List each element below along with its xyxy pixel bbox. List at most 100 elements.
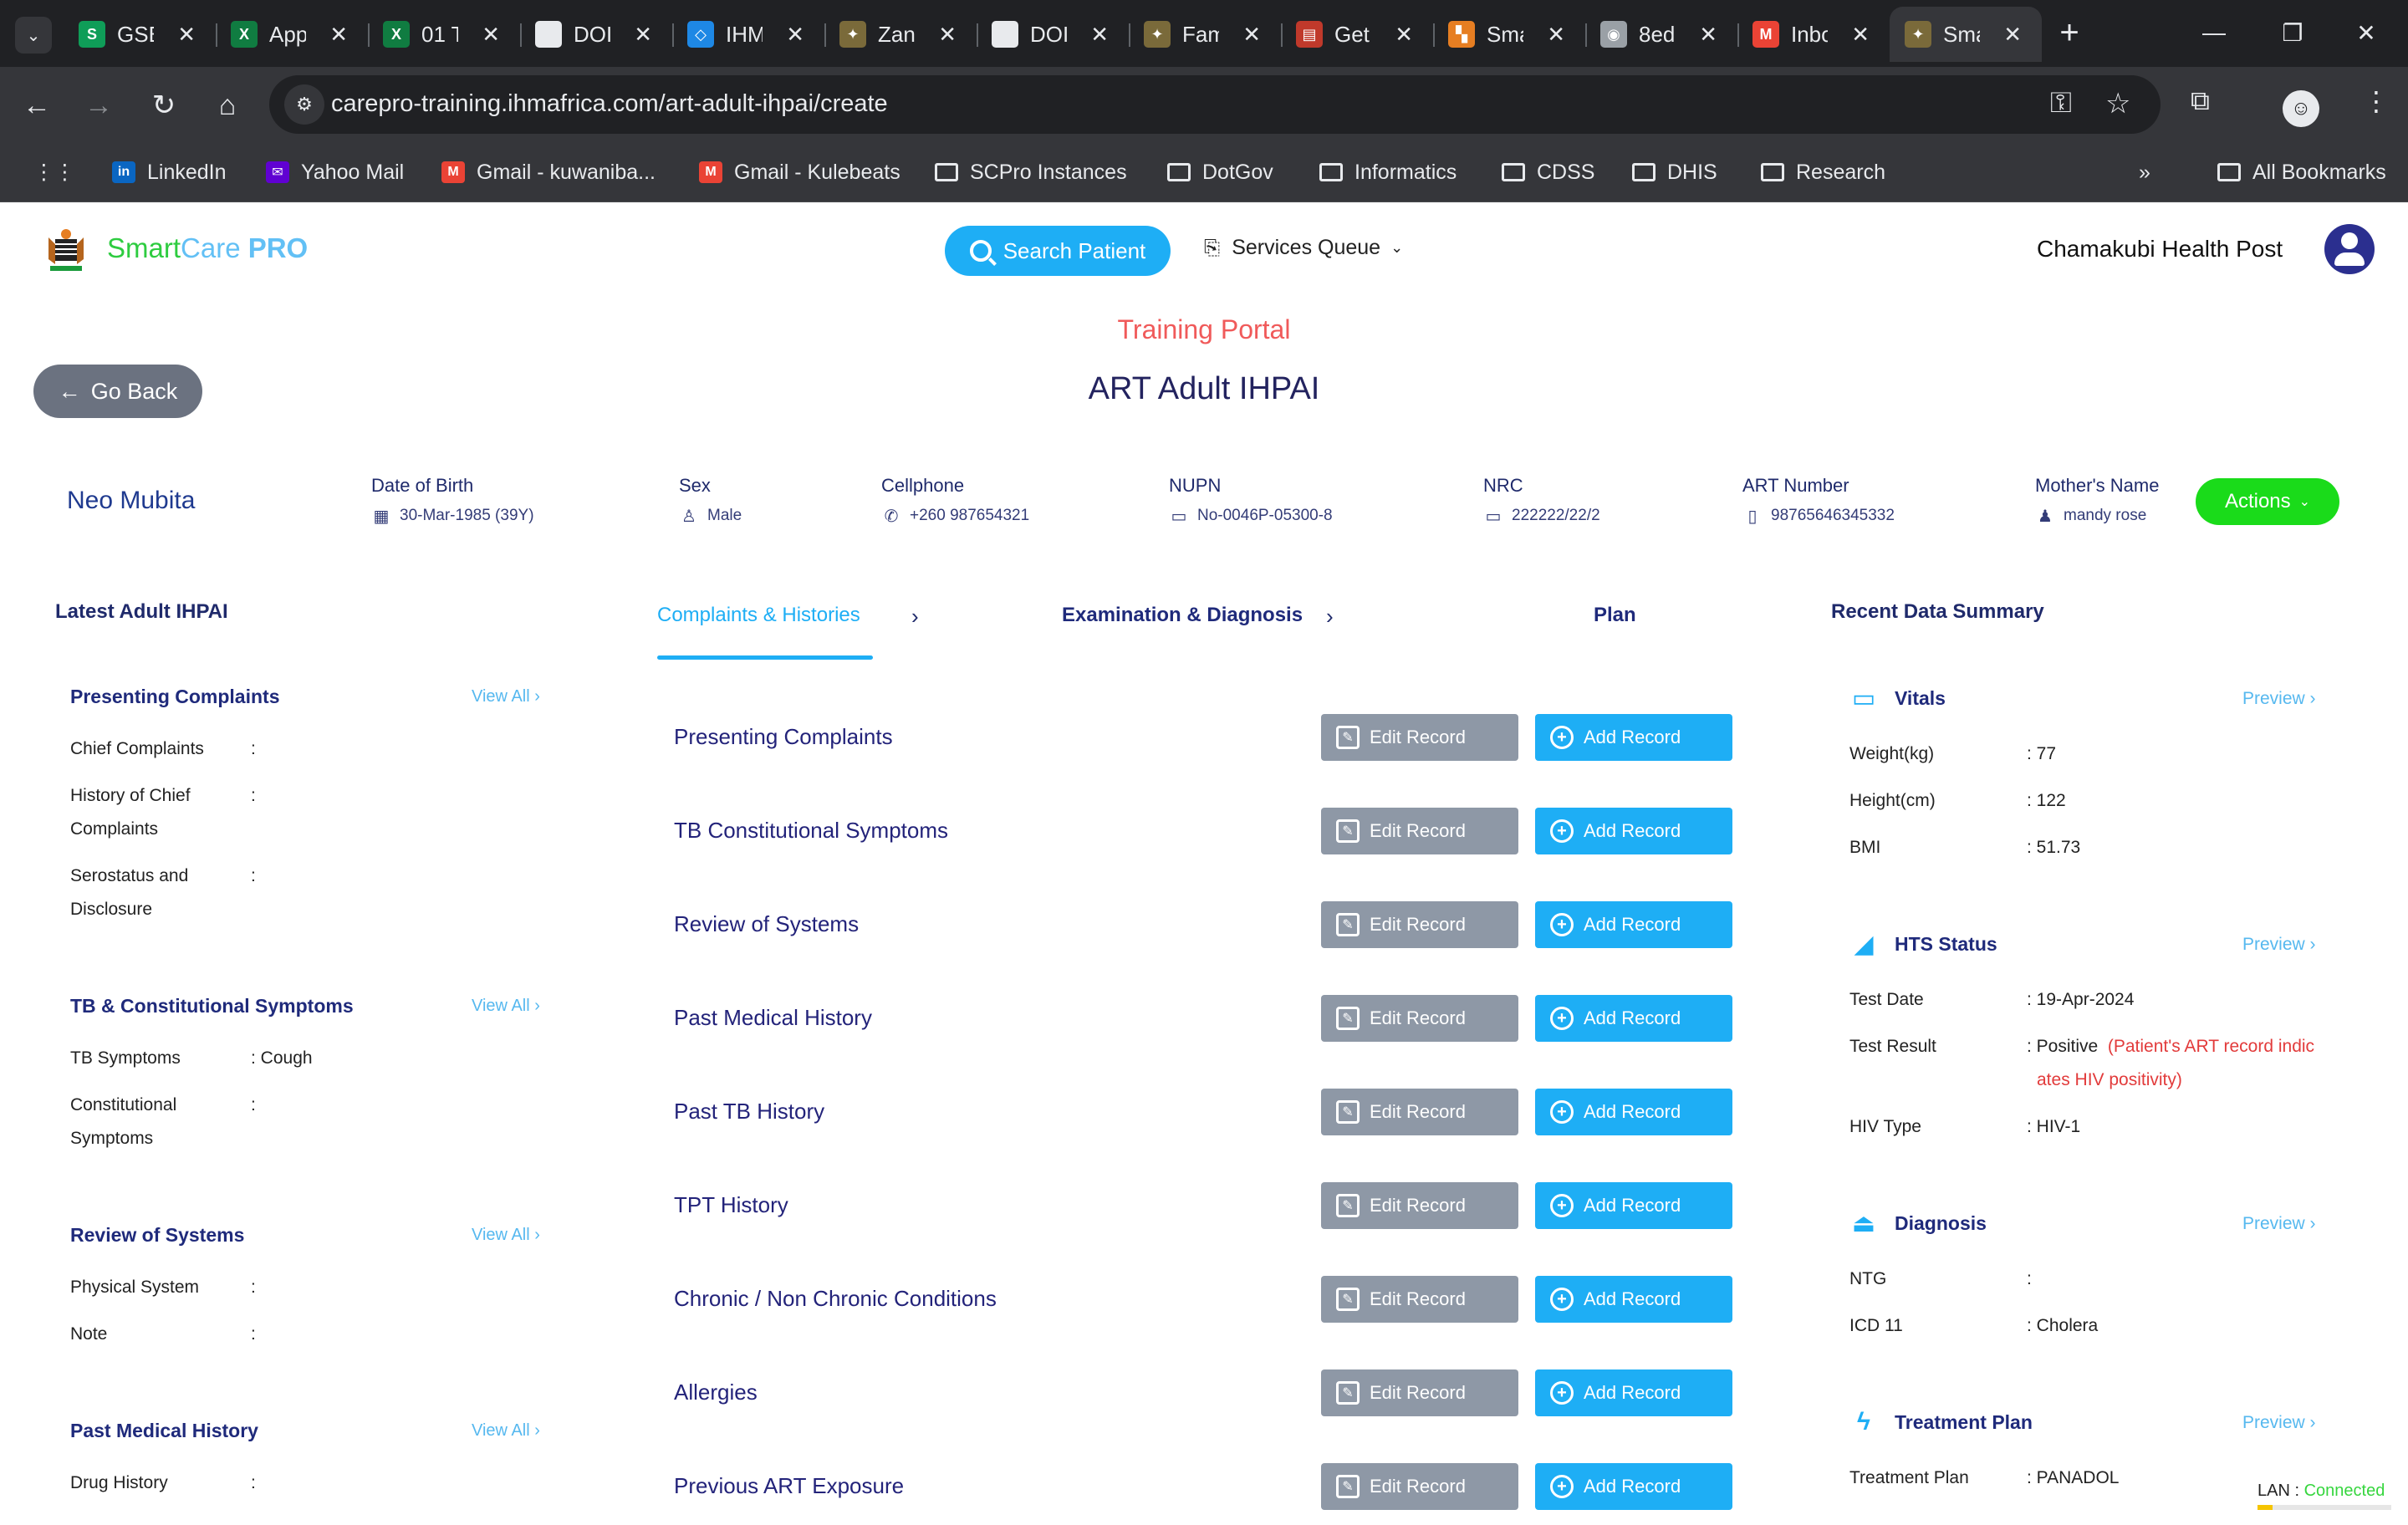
edit-record-button[interactable]: ✎ Edit Record xyxy=(1321,1276,1518,1323)
bookmark-item[interactable]: Research xyxy=(1761,154,1885,191)
browser-tab[interactable]: DOI ✕ xyxy=(977,7,1129,62)
tb-view-all-link[interactable]: View All › xyxy=(472,997,540,1016)
close-window-icon[interactable]: ✕ xyxy=(2341,12,2391,54)
add-record-button[interactable]: + Add Record xyxy=(1535,1089,1732,1135)
vitals-preview-link[interactable]: Preview › xyxy=(2242,689,2316,709)
cellphone-label: Cellphone xyxy=(881,475,965,496)
cellphone-field: Cellphone ✆ +260 987654321 xyxy=(881,475,1029,526)
url-text[interactable]: carepro-training.ihmafrica.com/art-adult… xyxy=(331,90,888,118)
browser-tab[interactable]: M Inbo ✕ xyxy=(1737,7,1890,62)
bookmark-item[interactable]: M Gmail - kuwaniba... xyxy=(441,154,656,191)
tab-search-icon[interactable]: ⌄ xyxy=(15,17,52,54)
browser-tab[interactable]: ◉ 8ed ✕ xyxy=(1585,7,1737,62)
add-record-button[interactable]: + Add Record xyxy=(1535,1182,1732,1229)
bookmark-star-icon[interactable]: ☆ xyxy=(2105,87,2130,120)
edit-record-button[interactable]: ✎ Edit Record xyxy=(1321,1463,1518,1510)
add-record-button[interactable]: + Add Record xyxy=(1535,808,1732,854)
tab-close-icon[interactable]: ✕ xyxy=(786,22,804,48)
key-icon[interactable]: ⚿ xyxy=(2050,87,2072,120)
address-bar[interactable]: ⚙ carepro-training.ihmafrica.com/art-adu… xyxy=(269,75,2161,134)
go-back-button[interactable]: ← Go Back xyxy=(33,365,202,418)
actions-button[interactable]: Actions ⌄ xyxy=(2196,478,2339,525)
review-of-systems-title: Review of Systems xyxy=(70,1224,245,1246)
edit-record-button[interactable]: ✎ Edit Record xyxy=(1321,714,1518,761)
tab-favicon-icon: ✦ xyxy=(839,21,866,48)
forward-icon[interactable]: → xyxy=(79,85,119,125)
pmh-view-all-link[interactable]: View All › xyxy=(472,1421,540,1441)
browser-tab[interactable]: X App ✕ xyxy=(216,7,368,62)
restore-icon[interactable]: ❐ xyxy=(2268,12,2318,54)
ros-view-all-link[interactable]: View All › xyxy=(472,1226,540,1245)
minimize-icon[interactable]: — xyxy=(2189,12,2239,54)
home-icon[interactable]: ⌂ xyxy=(207,85,247,125)
chevron-down-icon: ⌄ xyxy=(1390,239,1404,256)
browser-tab[interactable]: ✦ Fam ✕ xyxy=(1129,7,1281,62)
browser-tab[interactable]: ▚ Sma ✕ xyxy=(1433,7,1585,62)
tab-close-icon[interactable]: ✕ xyxy=(1699,22,1717,48)
search-patient-button[interactable]: Search Patient xyxy=(945,226,1171,276)
tab-close-icon[interactable]: ✕ xyxy=(177,22,196,48)
browser-tab[interactable]: DOI ✕ xyxy=(520,7,672,62)
tab-close-icon[interactable]: ✕ xyxy=(2003,22,2022,48)
edit-icon: ✎ xyxy=(1336,1475,1360,1498)
browser-tab[interactable]: X 01 T ✕ xyxy=(368,7,520,62)
edit-record-button[interactable]: ✎ Edit Record xyxy=(1321,1182,1518,1229)
bookmark-item[interactable]: in LinkedIn xyxy=(112,154,227,191)
tab-examination-diagnosis[interactable]: Examination & Diagnosis xyxy=(1062,604,1303,627)
bookmark-item[interactable]: M Gmail - Kulebeats xyxy=(699,154,900,191)
tab-close-icon[interactable]: ✕ xyxy=(634,22,652,48)
tab-close-icon[interactable]: ✕ xyxy=(482,22,500,48)
tab-close-icon[interactable]: ✕ xyxy=(1242,22,1261,48)
tab-close-icon[interactable]: ✕ xyxy=(938,22,957,48)
add-record-button[interactable]: + Add Record xyxy=(1535,995,1732,1042)
record-section-label: Previous ART Exposure xyxy=(674,1473,905,1498)
user-avatar-icon[interactable] xyxy=(2324,224,2375,274)
bookmark-item[interactable]: DHIS xyxy=(1632,154,1717,191)
browser-tab[interactable]: ✦ Sma ✕ xyxy=(1890,7,2042,62)
row-colon: : xyxy=(251,1278,256,1297)
edit-record-button[interactable]: ✎ Edit Record xyxy=(1321,995,1518,1042)
extensions-icon[interactable]: ⧉ xyxy=(2191,85,2210,117)
add-record-button[interactable]: + Add Record xyxy=(1535,1369,1732,1416)
tab-plan[interactable]: Plan xyxy=(1594,604,1636,627)
bookmark-item[interactable]: CDSS xyxy=(1502,154,1594,191)
add-record-button[interactable]: + Add Record xyxy=(1535,714,1732,761)
profile-avatar[interactable]: ☺ xyxy=(2283,90,2319,127)
more-bookmarks-icon[interactable]: » xyxy=(2139,154,2150,191)
hts-preview-link[interactable]: Preview › xyxy=(2242,935,2316,955)
tab-close-icon[interactable]: ✕ xyxy=(1395,22,1413,48)
edit-record-button[interactable]: ✎ Edit Record xyxy=(1321,808,1518,854)
bookmark-item[interactable]: Informatics xyxy=(1319,154,1457,191)
site-info-icon[interactable]: ⚙ xyxy=(284,84,324,125)
browser-tab[interactable]: ✦ Zan ✕ xyxy=(824,7,977,62)
tab-close-icon[interactable]: ✕ xyxy=(1547,22,1565,48)
add-record-button[interactable]: + Add Record xyxy=(1535,901,1732,948)
treatment-preview-link[interactable]: Preview › xyxy=(2242,1413,2316,1433)
bookmark-item[interactable]: SCPro Instances xyxy=(935,154,1127,191)
edit-record-button[interactable]: ✎ Edit Record xyxy=(1321,1089,1518,1135)
diagnosis-preview-link[interactable]: Preview › xyxy=(2242,1214,2316,1234)
bookmark-item[interactable]: DotGov xyxy=(1167,154,1273,191)
add-record-button[interactable]: + Add Record xyxy=(1535,1463,1732,1510)
new-tab-button[interactable]: + xyxy=(2048,12,2090,54)
apps-grid-icon[interactable]: ⋮⋮ xyxy=(33,154,75,191)
browser-tab[interactable]: ▤ Get ✕ xyxy=(1281,7,1433,62)
edit-record-button[interactable]: ✎ Edit Record xyxy=(1321,901,1518,948)
tab-close-icon[interactable]: ✕ xyxy=(329,22,348,48)
edit-record-button[interactable]: ✎ Edit Record xyxy=(1321,1369,1518,1416)
add-record-button[interactable]: + Add Record xyxy=(1535,1276,1732,1323)
all-bookmarks-link[interactable]: All Bookmarks xyxy=(2217,154,2386,191)
tab-complaints-histories[interactable]: Complaints & Histories xyxy=(657,604,860,627)
plus-circle-icon: + xyxy=(1550,913,1574,936)
reload-icon[interactable]: ↻ xyxy=(144,85,184,125)
browser-menu-icon[interactable]: ⋮ xyxy=(2363,85,2390,117)
services-queue-dropdown[interactable]: ⎘ Services Queue ⌄ xyxy=(1204,236,1403,260)
browser-tab[interactable]: S GSB ✕ xyxy=(64,7,216,62)
tab-close-icon[interactable]: ✕ xyxy=(1851,22,1870,48)
bookmark-item[interactable]: ✉ Yahoo Mail xyxy=(266,154,404,191)
tab-close-icon[interactable]: ✕ xyxy=(1090,22,1109,48)
browser-tab[interactable]: ◇ IHM ✕ xyxy=(672,7,824,62)
presenting-view-all-link[interactable]: View All › xyxy=(472,687,540,706)
back-icon[interactable]: ← xyxy=(17,85,57,125)
queue-icon: ⎘ xyxy=(1204,236,1221,259)
